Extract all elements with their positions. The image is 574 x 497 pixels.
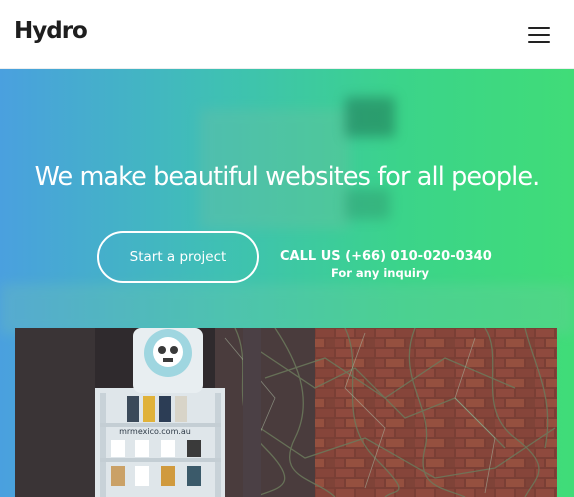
background-blur [0, 284, 574, 334]
call-us-phone[interactable]: CALL US (+66) 010-020-0340 [280, 249, 492, 264]
hero-section: We make beautiful websites for all peopl… [0, 69, 574, 497]
storefront-photo: mrmexico.com.au [15, 328, 557, 497]
navbar: Hydro [0, 0, 574, 69]
call-us-block: CALL US (+66) 010-020-0340 For any inqui… [280, 249, 492, 280]
background-blur [345, 189, 390, 219]
start-project-button[interactable]: Start a project [97, 231, 259, 283]
background-blur [345, 97, 395, 137]
hero-headline: We make beautiful websites for all peopl… [34, 162, 541, 192]
brand-logo[interactable]: Hydro [14, 18, 88, 44]
hamburger-menu-icon[interactable] [520, 22, 558, 48]
hero-photo: mrmexico.com.au [15, 328, 557, 497]
call-us-subtext: For any inquiry [330, 266, 430, 280]
sign-text: mrmexico.com.au [119, 427, 191, 436]
